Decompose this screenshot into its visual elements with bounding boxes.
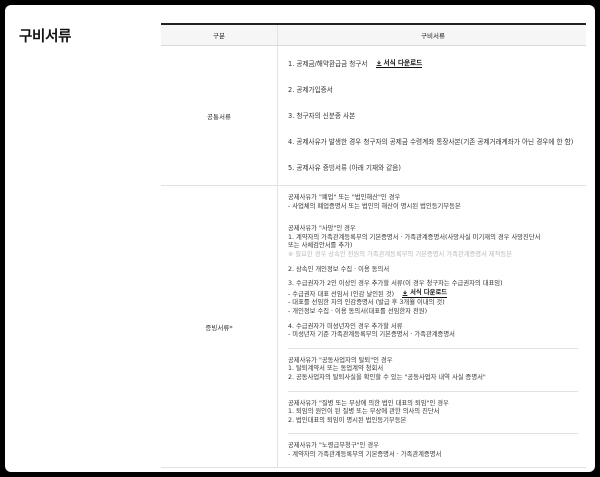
closure-title: 공제사유가 "폐업" 또는 "법인해산"인 경우 [288,194,401,201]
download-icon [376,60,381,66]
documents-table: 구분 구비서류 공통서류 1. 공제금/해약환급금 청구서 서식 다운로드 2.… [161,23,586,469]
death-title: 공제사유가 "사망"인 경우 [288,225,356,233]
list-item: 2. 공제가입증서 [288,85,333,94]
table-row-common: 공통서류 1. 공제금/해약환급금 청구서 서식 다운로드 2. 공제가입증서 … [161,46,586,186]
death-block: 공제사유가 "사망"인 경우 1. 계약자의 가족관계등록부의 기본증명서 · … [288,219,578,348]
withdrawal-block: 공제사유가 "공동사업자의 탈퇴"인 경우 1. 탈퇴계약서 또는 동업계약 청… [288,347,578,391]
table-row-evidence: 증빙서류* 공제사유가 "폐업" 또는 "법인해산"인 경우 - 사업체의 폐업… [161,186,586,469]
death-note: ※ 필요한 경우 상속인 전원의 가족관계등록부의 기본증명서 가족관계증명서 … [288,250,513,258]
form-download-link[interactable]: 서식 다운로드 [375,59,423,68]
header-documents: 구비서류 [421,32,445,40]
section-title: 구비서류 [19,29,72,45]
pension-block: 공제사유가 "노령급부청구"인 경우 - 계약자의 가족관계등록부의 기본증명서… [288,433,578,467]
list-item: 5. 공제사유 증빙서류 (아래 기재와 같음) [288,163,401,172]
pension-title: 공제사유가 "노령급부청구"인 경우 [288,442,379,450]
download-icon [402,290,408,296]
retire-title: 공제사유가 "질병 또는 부상에 의한 법인 대표의 퇴임"인 경우 [288,399,449,407]
common-label: 공통서류 [161,46,278,185]
form-download-link[interactable]: 서식 다운로드 [402,289,448,298]
retire-block: 공제사유가 "질병 또는 부상에 의한 법인 대표의 퇴임"인 경우 1. 퇴임… [288,390,578,434]
page: 구비서류 구분 구비서류 공통서류 1. 공제금/해약환급금 청구서 서식 다운… [5,5,595,472]
closure-block: 공제사유가 "폐업" 또는 "법인해산"인 경우 - 사업체의 폐업증명서 또는… [288,186,578,219]
evidence-items: 공제사유가 "폐업" 또는 "법인해산"인 경우 - 사업체의 폐업증명서 또는… [278,186,586,467]
list-item: 4. 공제사유가 발생한 경우 청구자의 공제금 수령계좌 통장사본(기존 공제… [288,137,574,146]
common-items: 1. 공제금/해약환급금 청구서 서식 다운로드 2. 공제가입증서 3. 청구… [278,46,586,185]
list-item: 3. 청구자의 신분증 사본 [288,111,356,120]
table-header-row: 구분 구비서류 [161,25,586,46]
header-category: 구분 [161,25,278,45]
list-item: 1. 공제금/해약환급금 청구서 서식 다운로드 [288,58,423,68]
evidence-label: 증빙서류* [161,186,278,468]
